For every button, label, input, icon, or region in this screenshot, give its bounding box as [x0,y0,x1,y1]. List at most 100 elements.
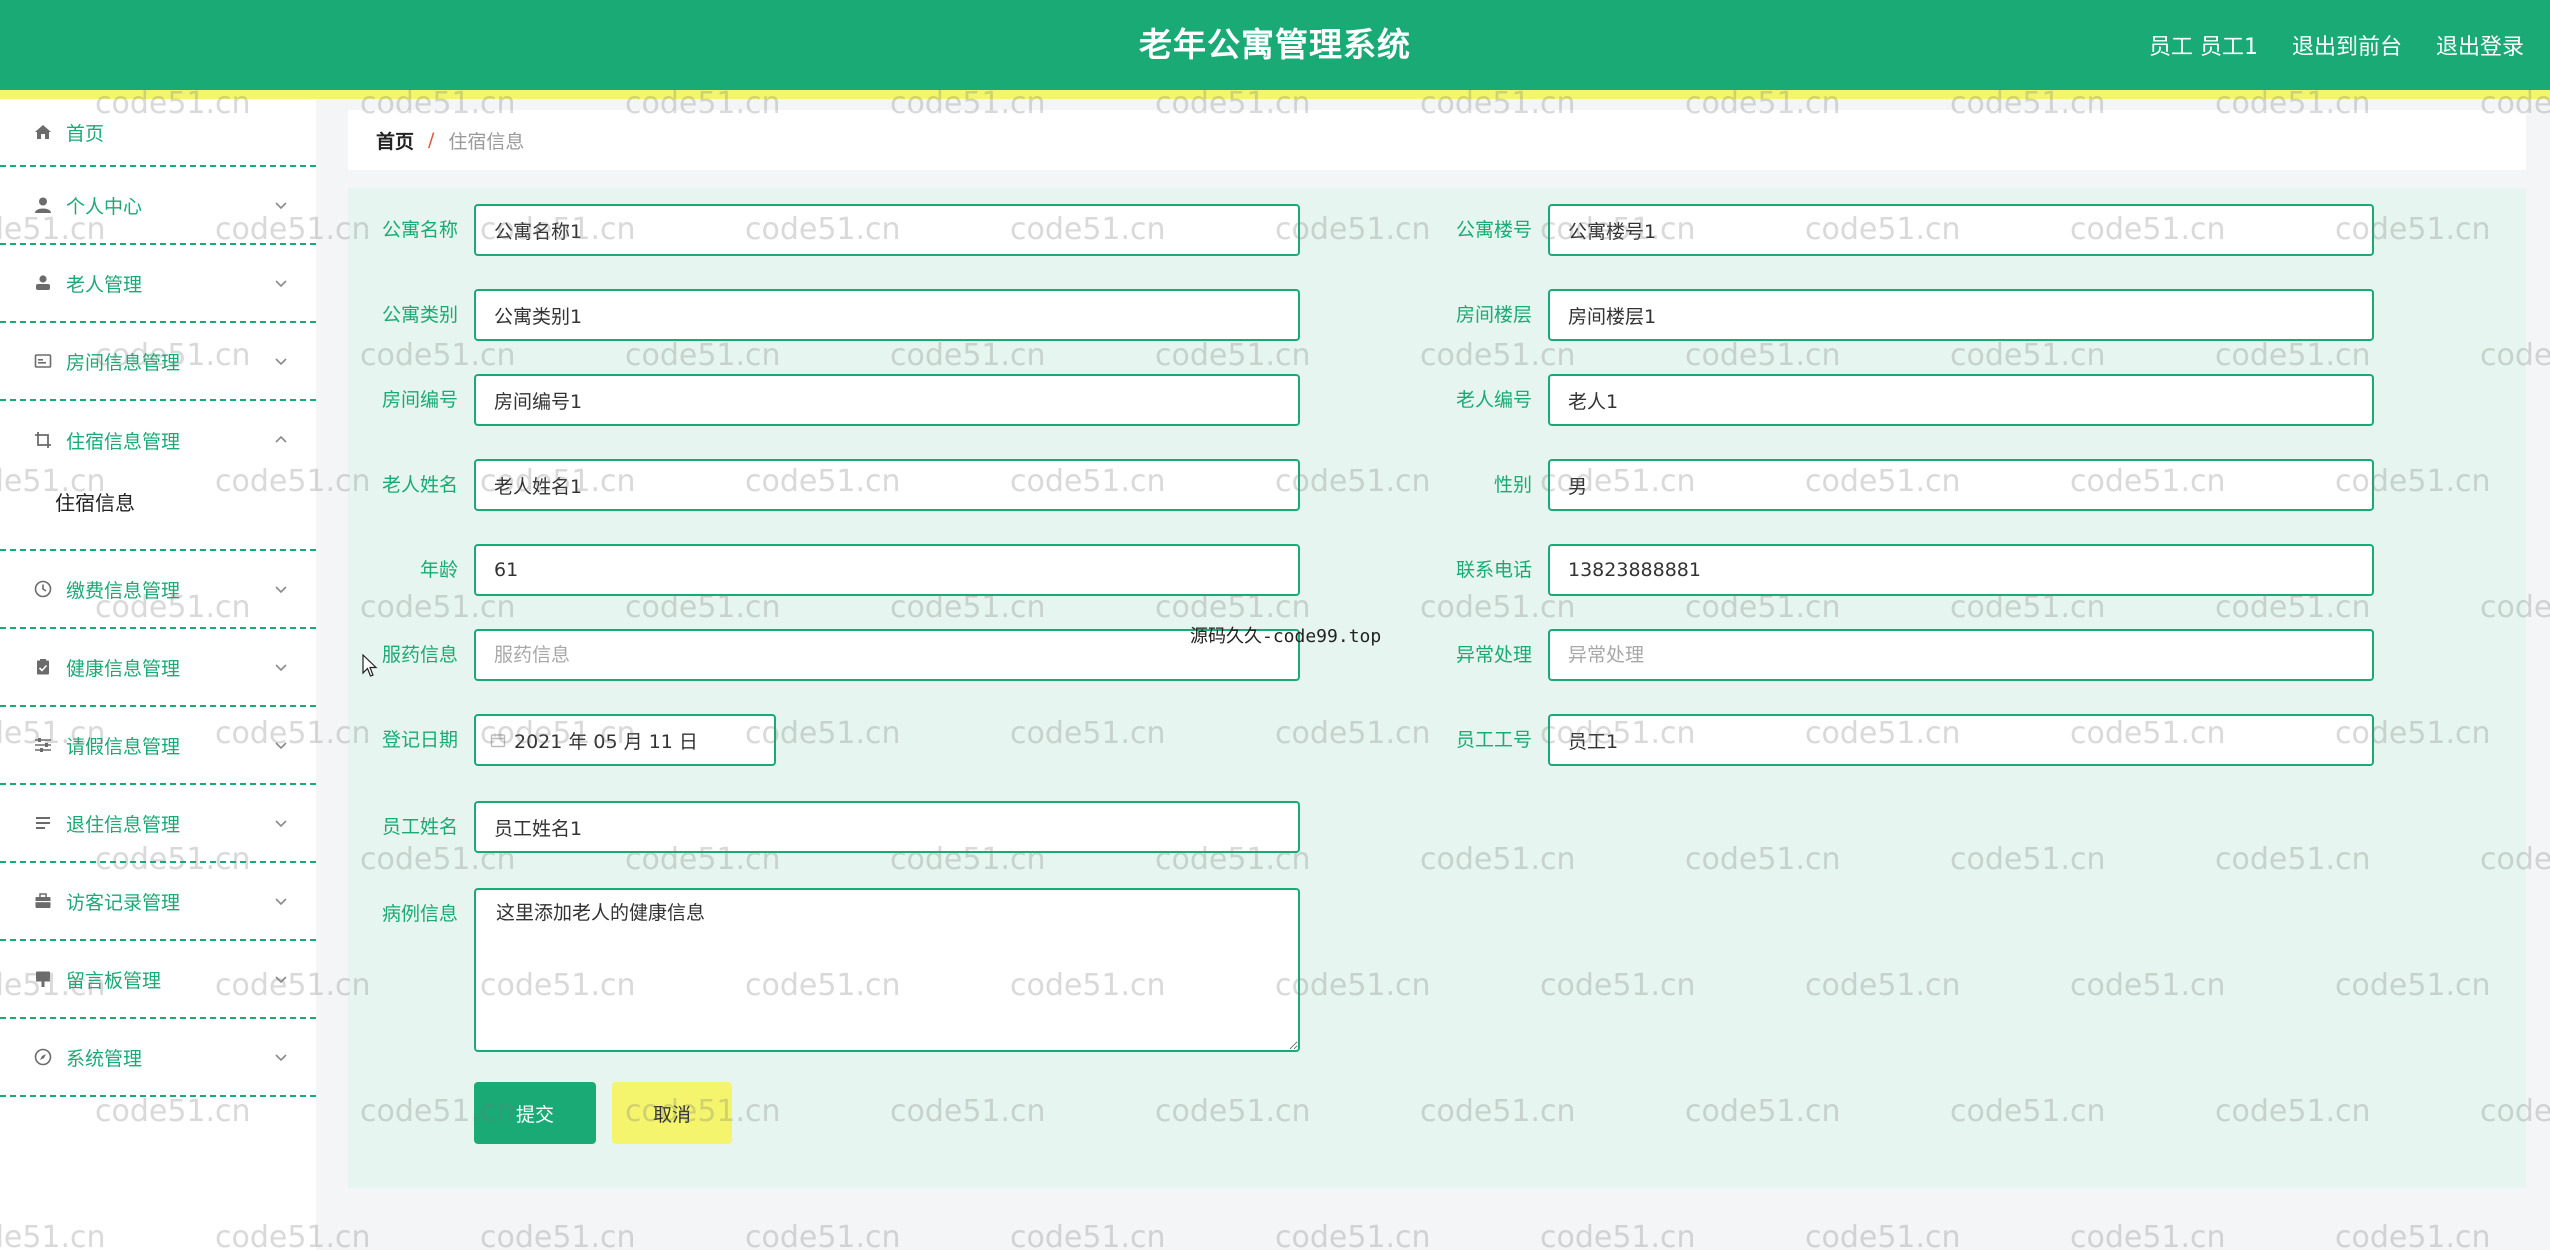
exit-to-front-link[interactable]: 退出到前台 [2292,29,2402,61]
apartment-type-label: 公寓类别 [381,304,458,326]
sidebar-item-label: 健康信息管理 [66,657,181,680]
room-floor-input[interactable] [1548,289,2374,341]
sidebar-item-accommodation-management[interactable]: 住宿信息管理 [0,401,316,479]
crop-icon [32,429,54,451]
register-date-value: 2021 年 05 月 11 日 [514,730,698,753]
watermark-text: code51.cn [1275,1220,1431,1250]
sliders-icon [32,734,54,756]
watermark-text: code51.cn [1540,1220,1696,1250]
watermark-text: code51.cn [2070,1220,2226,1250]
sidebar-item-personal-center[interactable]: 个人中心 [0,167,316,245]
room-number-input[interactable] [474,374,1300,426]
apartment-name-input[interactable] [474,204,1300,256]
sidebar-item-label: 首页 [66,122,105,145]
sidebar-item-checkout-management[interactable]: 退住信息管理 [0,785,316,863]
sidebar-item-home[interactable]: 首页 [0,99,316,167]
age-label: 年龄 [419,559,458,581]
card-icon [32,350,54,372]
sidebar-item-room-management[interactable]: 房间信息管理 [0,323,316,401]
sidebar-item-label: 房间信息管理 [66,351,181,374]
breadcrumb-separator: / [428,129,435,151]
sidebar-item-message-board-management[interactable]: 留言板管理 [0,941,316,1019]
elder-name-label: 老人姓名 [381,474,458,496]
accommodation-form: 公寓名称 公寓楼号 公寓类别 房间楼层 房间编号 老人编号 老人姓名 性别 年龄… [348,188,2526,1188]
sidebar-item-label: 访客记录管理 [66,891,181,914]
submit-button[interactable]: 提交 [474,1082,596,1144]
abnormal-handling-label: 异常处理 [1455,644,1532,666]
medication-input[interactable] [474,629,1300,681]
sidebar-item-label: 退住信息管理 [66,813,181,836]
sidebar-item-system-management[interactable]: 系统管理 [0,1019,316,1097]
register-date-label: 登记日期 [381,729,458,751]
apartment-building-input[interactable] [1548,204,2374,256]
sidebar-item-label: 缴费信息管理 [66,579,181,602]
watermark-text: code51.cn [480,1220,636,1250]
gender-label: 性别 [1493,474,1532,496]
list-icon [32,812,54,834]
chevron-up-icon [274,433,288,447]
compass-icon [32,1046,54,1068]
source-overlay-text: 源码久久-code99.top [1190,626,1382,647]
staff-name-input[interactable] [474,801,1300,853]
home-icon [32,121,54,143]
abnormal-handling-input[interactable] [1548,629,2374,681]
elder-number-label: 老人编号 [1455,389,1532,411]
watermark-text: code51.cn [1010,1220,1166,1250]
elder-number-input[interactable] [1548,374,2374,426]
chevron-down-icon [274,894,288,908]
calendar-icon [490,732,506,748]
chevron-down-icon [274,972,288,986]
header-accent-strip [0,90,2550,99]
current-user-label[interactable]: 员工 员工1 [2149,29,2258,61]
sidebar-item-elder-management[interactable]: 老人管理 [0,245,316,323]
room-number-label: 房间编号 [381,389,458,411]
staff-name-label: 员工姓名 [381,816,458,838]
watermark-text: code51.cn [1805,1220,1961,1250]
sidebar-item-leave-management[interactable]: 请假信息管理 [0,707,316,785]
chevron-down-icon [274,660,288,674]
breadcrumb: 首页 / 住宿信息 [348,110,2526,170]
staff-id-input[interactable] [1548,714,2374,766]
header-actions: 员工 员工1 退出到前台 退出登录 [2149,0,2524,90]
chevron-down-icon [274,1050,288,1064]
chevron-down-icon [274,354,288,368]
brush-icon [32,968,54,990]
gender-input[interactable] [1548,459,2374,511]
staff-id-label: 员工工号 [1455,729,1532,751]
clock-icon [32,578,54,600]
chevron-down-icon [274,276,288,290]
phone-input[interactable] [1548,544,2374,596]
medical-history-textarea[interactable] [474,888,1300,1052]
sidebar-item-label: 个人中心 [66,195,143,218]
breadcrumb-current: 住宿信息 [448,130,525,153]
user-icon [32,194,54,216]
watermark-text: code51.cn [745,1220,901,1250]
elder-name-input[interactable] [474,459,1300,511]
chevron-down-icon [274,738,288,752]
sidebar: 首页 个人中心 老人管理 房间信息管理 住宿信息管理 住宿信息 缴费信息管理 健… [0,99,316,1250]
apartment-type-input[interactable] [474,289,1300,341]
sidebar-item-payment-management[interactable]: 缴费信息管理 [0,551,316,629]
register-date-picker[interactable]: 2021 年 05 月 11 日 [474,714,776,766]
sidebar-item-label: 请假信息管理 [66,735,181,758]
mouse-cursor-icon [362,653,378,682]
sidebar-subitem-accommodation-info[interactable]: 住宿信息 [0,479,316,551]
phone-label: 联系电话 [1455,559,1532,581]
breadcrumb-home[interactable]: 首页 [376,127,414,154]
age-input[interactable] [474,544,1300,596]
room-floor-label: 房间楼层 [1455,304,1532,326]
briefcase-icon [32,890,54,912]
cancel-button[interactable]: 取消 [612,1082,732,1144]
clipboard-icon [32,656,54,678]
chevron-down-icon [274,816,288,830]
apartment-name-label: 公寓名称 [381,219,458,241]
logout-link[interactable]: 退出登录 [2436,29,2524,61]
sidebar-item-visitor-management[interactable]: 访客记录管理 [0,863,316,941]
sidebar-item-label: 住宿信息管理 [66,430,181,453]
person-icon [32,272,54,294]
medical-history-label: 病例信息 [381,903,458,925]
watermark-text: code51.cn [2335,1220,2491,1250]
sidebar-item-label: 留言板管理 [66,969,162,992]
sidebar-item-health-management[interactable]: 健康信息管理 [0,629,316,707]
chevron-down-icon [274,198,288,212]
